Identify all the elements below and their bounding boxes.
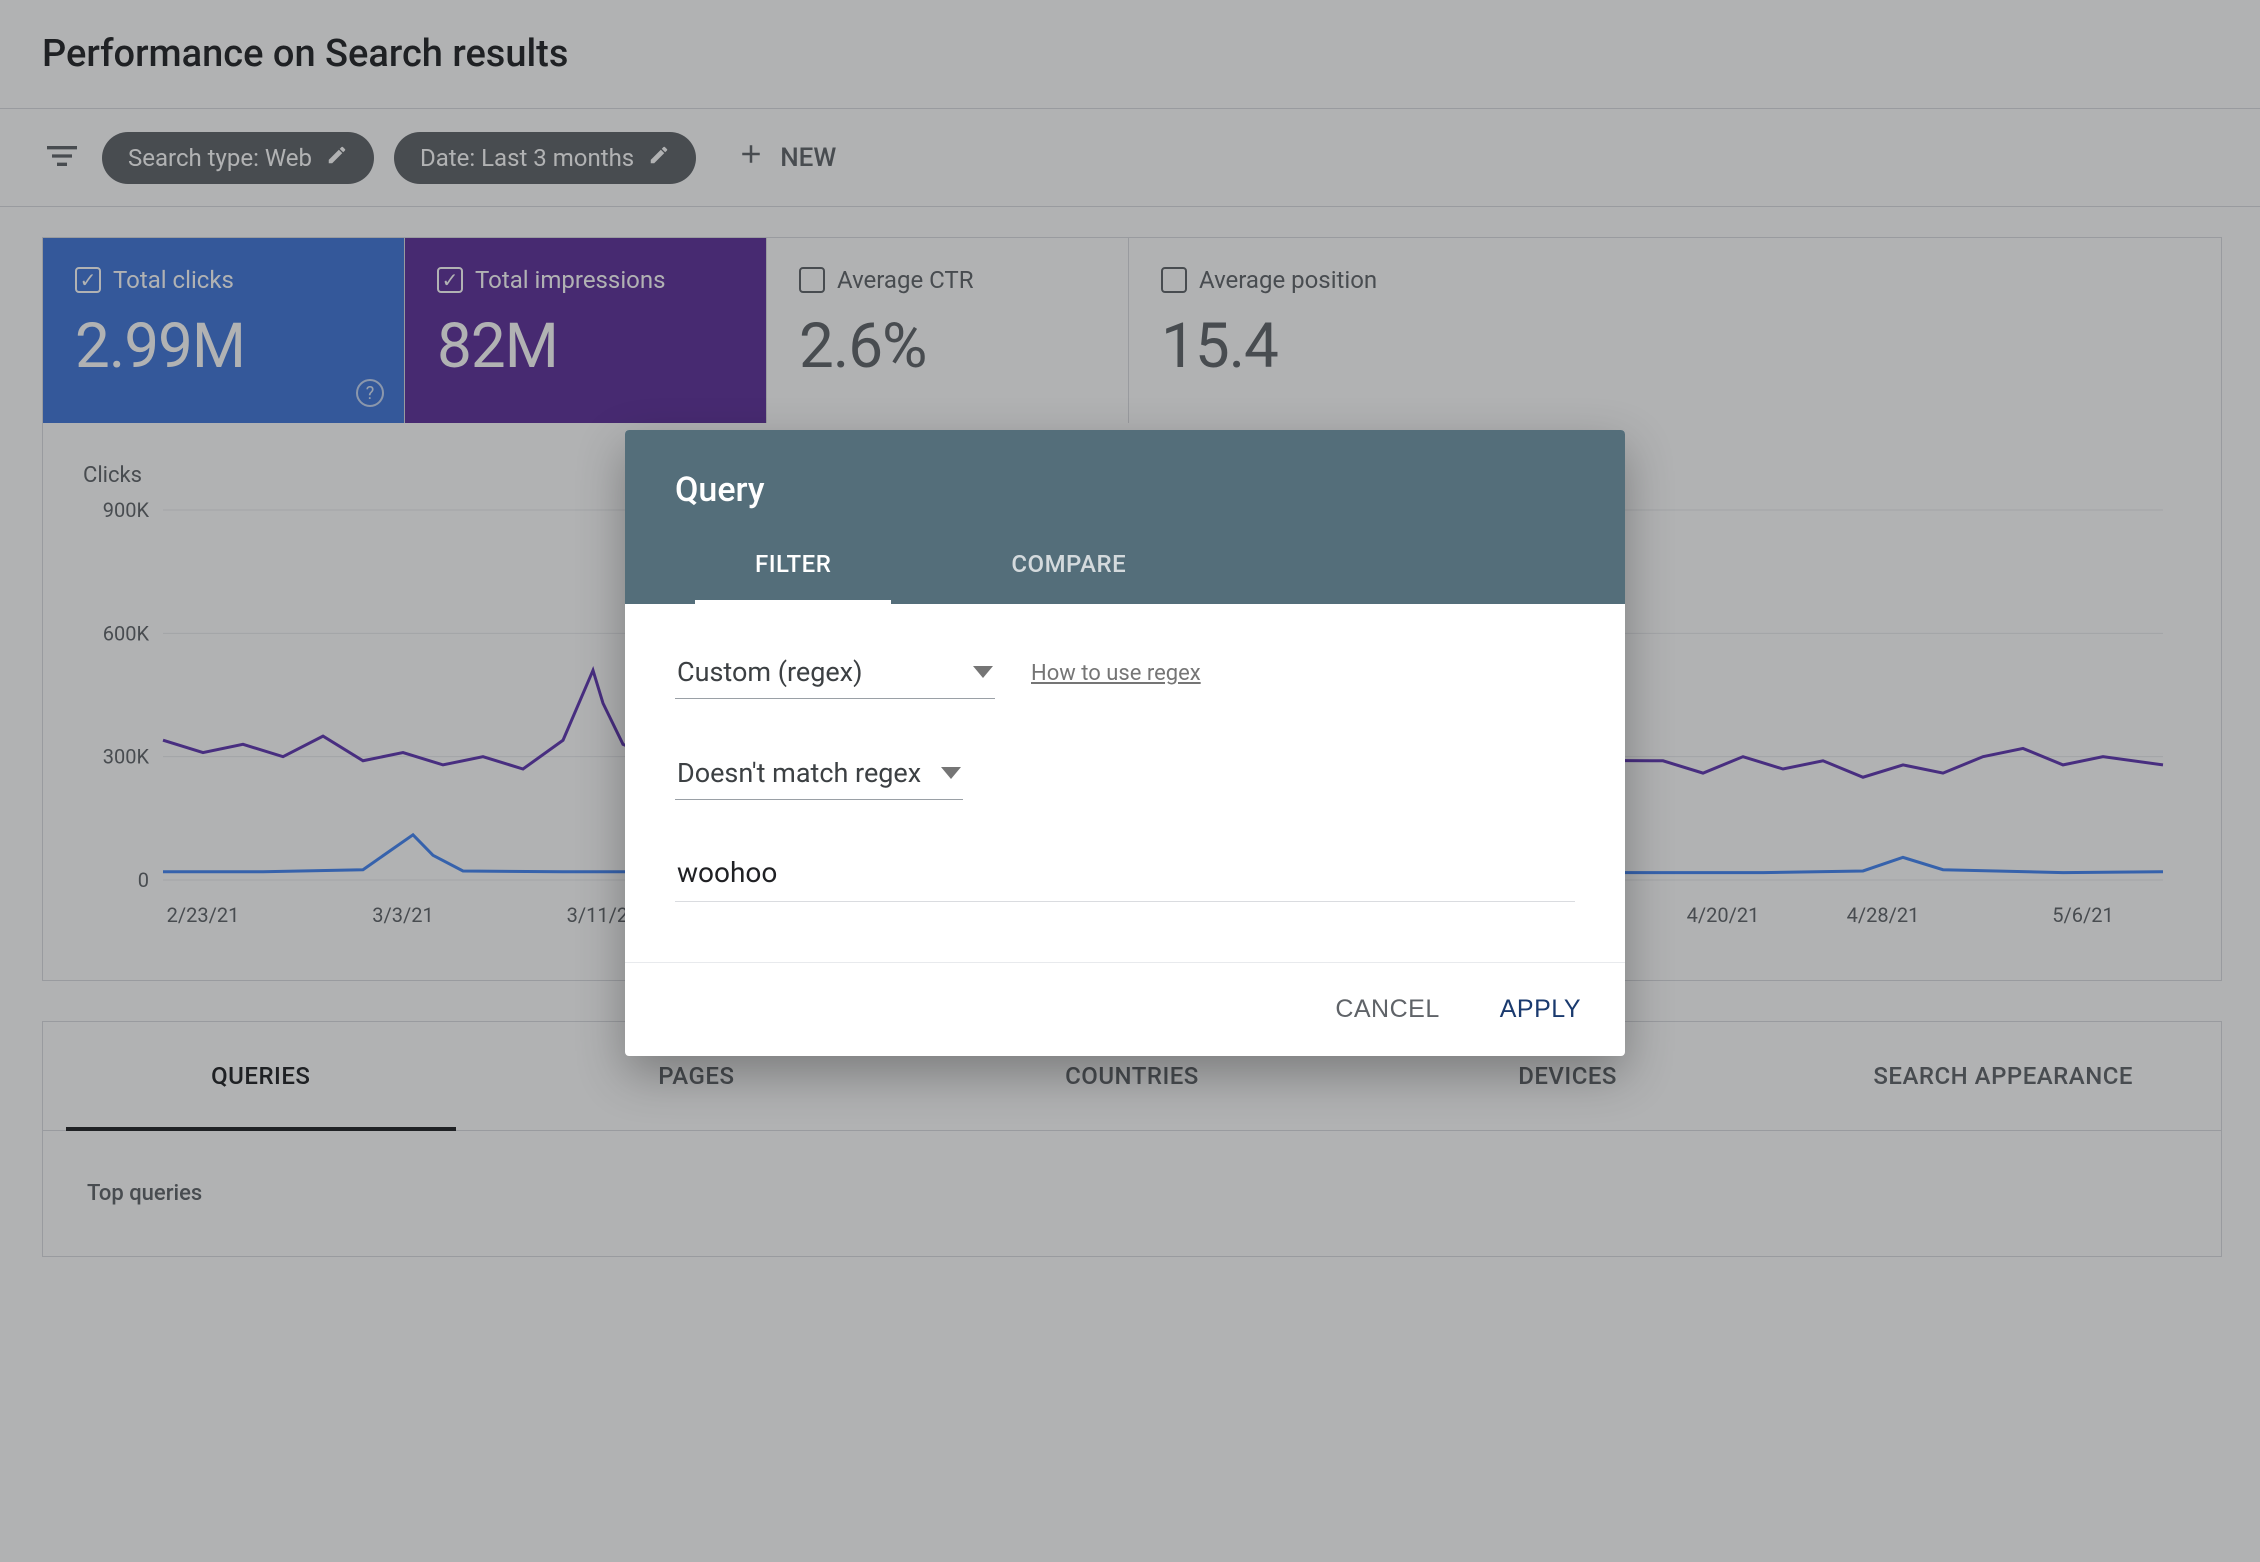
modal-title: Query bbox=[675, 470, 1575, 510]
modal-tabs: FILTER COMPARE bbox=[675, 550, 1575, 604]
cancel-button[interactable]: CANCEL bbox=[1327, 985, 1447, 1034]
regex-type-select[interactable]: Custom (regex) bbox=[675, 648, 995, 699]
how-to-use-regex-link[interactable]: How to use regex bbox=[1031, 661, 1201, 686]
modal-tab-filter[interactable]: FILTER bbox=[755, 550, 831, 604]
select-value: Custom (regex) bbox=[677, 656, 862, 688]
select-value: Doesn't match regex bbox=[677, 757, 921, 789]
query-modal: Query FILTER COMPARE Custom (regex) How … bbox=[625, 430, 1625, 1056]
chevron-down-icon bbox=[941, 767, 961, 779]
apply-button[interactable]: APPLY bbox=[1492, 985, 1589, 1034]
match-mode-select[interactable]: Doesn't match regex bbox=[675, 749, 963, 800]
modal-tab-compare[interactable]: COMPARE bbox=[1011, 550, 1126, 604]
regex-input[interactable] bbox=[675, 848, 1575, 902]
modal-header: Query FILTER COMPARE bbox=[625, 430, 1625, 604]
modal-footer: CANCEL APPLY bbox=[625, 962, 1625, 1056]
chevron-down-icon bbox=[973, 666, 993, 678]
modal-body: Custom (regex) How to use regex Doesn't … bbox=[625, 604, 1625, 922]
